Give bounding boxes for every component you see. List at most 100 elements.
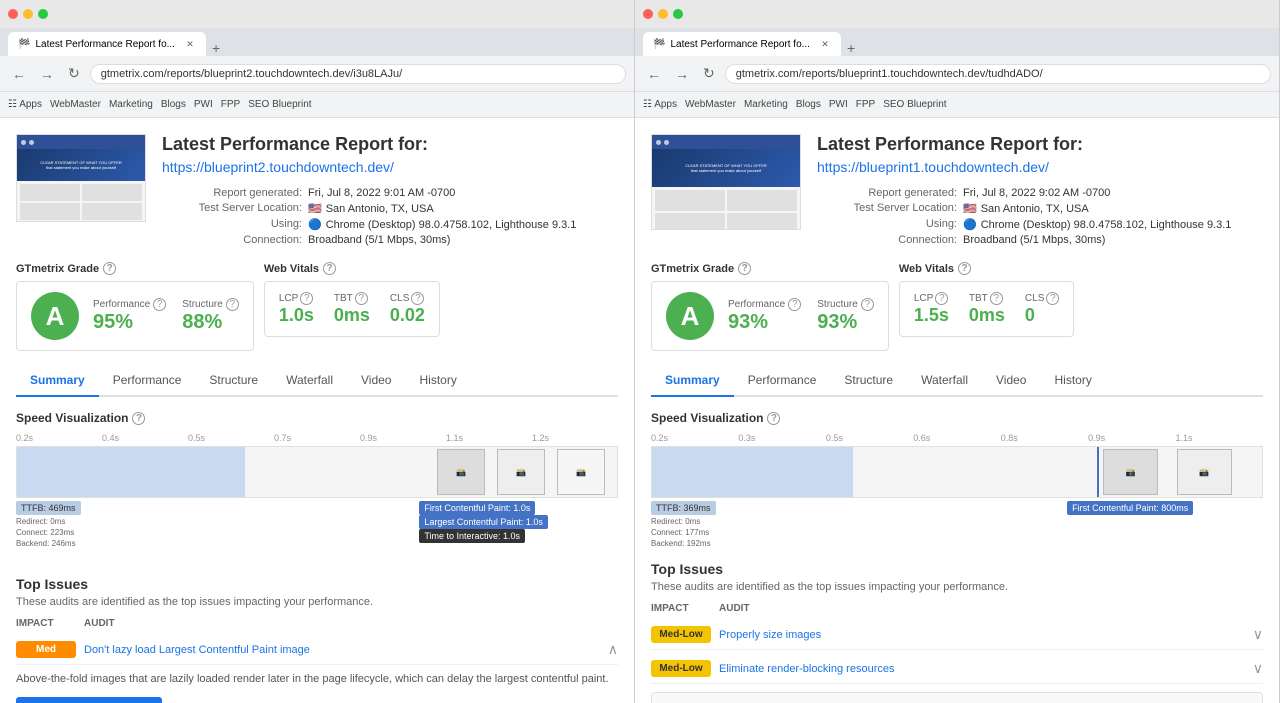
right-browser-window: 🏁 Latest Performance Report fo... ✕ + ← … [635, 0, 1280, 703]
left-bookmark-blogs[interactable]: Blogs [161, 99, 186, 110]
right-address-bar[interactable]: gtmetrix.com/reports/blueprint1.touchdow… [725, 64, 1271, 84]
left-server-value: 🇺🇸 San Antonio, TX, USA [308, 202, 434, 215]
left-cls-label: CLS ? [390, 292, 424, 305]
right-speed-viz-help-icon[interactable]: ? [767, 412, 780, 425]
left-web-vitals-help-icon[interactable]: ? [323, 262, 336, 275]
right-bookmark-blogs[interactable]: Blogs [796, 99, 821, 110]
left-tab-summary[interactable]: Summary [16, 365, 99, 397]
right-forward-button[interactable]: → [671, 64, 693, 84]
right-tab-video[interactable]: Video [982, 365, 1040, 397]
left-bookmark-pwi[interactable]: PWI [194, 99, 213, 110]
right-audit-expand-1[interactable]: ∨ [1253, 626, 1263, 643]
right-generated-value: Fri, Jul 8, 2022 9:02 AM -0700 [963, 187, 1110, 199]
right-gtmetrix-help-icon[interactable]: ? [738, 262, 751, 275]
right-performance-metric: Performance ? 93% [728, 298, 801, 334]
left-bookmark-seo[interactable]: SEO Blueprint [248, 99, 311, 110]
right-audit-label-2[interactable]: Eliminate render-blocking resources [719, 663, 1245, 675]
right-tbt-help-icon[interactable]: ? [990, 292, 1003, 305]
left-lcp-help-icon[interactable]: ? [300, 292, 313, 305]
left-report-meta: Report generated: Fri, Jul 8, 2022 9:01 … [162, 187, 618, 246]
right-minimize-icon[interactable] [658, 9, 668, 19]
left-grades-wrapper: GTmetrix Grade ? A Performance ? 95% [16, 262, 618, 351]
right-active-tab[interactable]: 🏁 Latest Performance Report fo... ✕ [643, 32, 841, 56]
left-structure-help-icon[interactable]: ? [226, 298, 239, 311]
left-web-vitals-box: LCP ? 1.0s TBT ? 0ms CLS [264, 281, 440, 337]
right-web-vitals-help-icon[interactable]: ? [958, 262, 971, 275]
right-tab-history[interactable]: History [1040, 365, 1105, 397]
left-back-button[interactable]: ← [8, 64, 30, 84]
left-tab-video[interactable]: Video [347, 365, 405, 397]
left-speed-viz-title: Speed Visualization ? [16, 411, 618, 425]
maximize-icon[interactable] [38, 9, 48, 19]
right-tab-waterfall[interactable]: Waterfall [907, 365, 982, 397]
right-col-audit: AUDIT [719, 603, 1263, 614]
right-tab-close[interactable]: ✕ [819, 38, 831, 50]
left-traffic-lights [8, 9, 48, 19]
right-new-tab-button[interactable]: + [843, 40, 859, 56]
right-maximize-icon[interactable] [673, 9, 683, 19]
left-bookmark-fpp[interactable]: FPP [221, 99, 240, 110]
right-bookmark-webmaster[interactable]: WebMaster [685, 99, 736, 110]
left-structure-label: Structure ? [182, 298, 239, 311]
right-back-button[interactable]: ← [643, 64, 665, 84]
right-audit-expand-2[interactable]: ∨ [1253, 660, 1263, 677]
left-tab-close[interactable]: ✕ [184, 38, 196, 50]
right-generated-label: Report generated: [817, 187, 957, 199]
left-gtmetrix-help-icon[interactable]: ? [103, 262, 116, 275]
left-connection-value: Broadband (5/1 Mbps, 30ms) [308, 234, 450, 246]
left-reload-button[interactable]: ↻ [64, 63, 84, 84]
left-audit-label-1[interactable]: Don't lazy load Largest Contentful Paint… [84, 644, 600, 656]
left-bookmark-apps[interactable]: ☷ Apps [8, 99, 42, 110]
right-tbt-value: 0ms [969, 305, 1005, 326]
left-audit-expand-1[interactable]: ∧ [608, 641, 618, 658]
right-bookmark-fpp[interactable]: FPP [856, 99, 875, 110]
left-forward-button[interactable]: → [36, 64, 58, 84]
right-tbt-metric: TBT ? 0ms [969, 292, 1005, 326]
left-page-content: CLEAR STATEMENT OF WHAT YOU OFFERthat st… [0, 118, 634, 703]
right-cls-help-icon[interactable]: ? [1046, 292, 1059, 305]
right-structure-help-icon[interactable]: ? [861, 298, 874, 311]
left-report-header: CLEAR STATEMENT OF WHAT YOU OFFERthat st… [16, 134, 618, 246]
left-gtmetrix-title: GTmetrix Grade ? [16, 262, 254, 275]
left-bookmark-webmaster[interactable]: WebMaster [50, 99, 101, 110]
right-report-url[interactable]: https://blueprint1.touchdowntech.dev/ [817, 159, 1263, 175]
right-reload-button[interactable]: ↻ [699, 63, 719, 84]
left-tabs-row: Summary Performance Structure Waterfall … [16, 365, 618, 397]
right-gtmetrix-title: GTmetrix Grade ? [651, 262, 889, 275]
left-tab-history[interactable]: History [405, 365, 470, 397]
left-tab-waterfall[interactable]: Waterfall [272, 365, 347, 397]
right-close-icon[interactable] [643, 9, 653, 19]
right-lcp-help-icon[interactable]: ? [935, 292, 948, 305]
right-using-label: Using: [817, 218, 957, 231]
left-impact-badge-1: Med [16, 641, 76, 658]
right-performance-help-icon[interactable]: ? [788, 298, 801, 311]
left-tbt-help-icon[interactable]: ? [355, 292, 368, 305]
left-bookmark-marketing[interactable]: Marketing [109, 99, 153, 110]
right-bookmark-pwi[interactable]: PWI [829, 99, 848, 110]
right-audit-label-1[interactable]: Properly size images [719, 629, 1245, 641]
close-icon[interactable] [8, 9, 18, 19]
left-tab-performance[interactable]: Performance [99, 365, 196, 397]
left-new-tab-button[interactable]: + [208, 40, 224, 56]
right-bookmark-seo[interactable]: SEO Blueprint [883, 99, 946, 110]
left-address-bar[interactable]: gtmetrix.com/reports/blueprint2.touchdow… [90, 64, 626, 84]
left-performance-value: 95% [93, 311, 166, 334]
left-browser-window: 🏁 Latest Performance Report fo... ✕ + ← … [0, 0, 635, 703]
right-tab-summary[interactable]: Summary [651, 365, 734, 397]
left-report-url[interactable]: https://blueprint2.touchdowntech.dev/ [162, 159, 618, 175]
minimize-icon[interactable] [23, 9, 33, 19]
right-tab-bar: 🏁 Latest Performance Report fo... ✕ + [635, 28, 1279, 56]
right-cls-value: 0 [1025, 305, 1035, 326]
right-lcp-metric: LCP ? 1.5s [914, 292, 949, 326]
right-bookmark-marketing[interactable]: Marketing [744, 99, 788, 110]
left-performance-help-icon[interactable]: ? [153, 298, 166, 311]
left-cls-help-icon[interactable]: ? [411, 292, 424, 305]
right-bookmark-apps[interactable]: ☷ Apps [643, 99, 677, 110]
right-tab-structure[interactable]: Structure [830, 365, 907, 397]
left-active-tab[interactable]: 🏁 Latest Performance Report fo... ✕ [8, 32, 206, 56]
left-learn-btn[interactable]: Learn how to improve this [16, 697, 162, 703]
left-speed-viz-help-icon[interactable]: ? [132, 412, 145, 425]
left-tab-structure[interactable]: Structure [195, 365, 272, 397]
right-tab-performance[interactable]: Performance [734, 365, 831, 397]
left-tbt-value: 0ms [334, 305, 370, 326]
